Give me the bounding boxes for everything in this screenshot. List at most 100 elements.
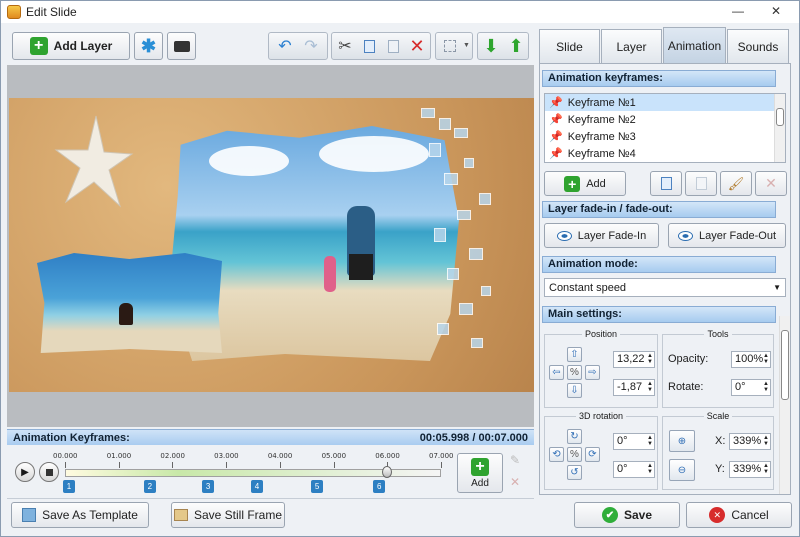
animation-panel: Animation keyframes: 📌 Keyframe №1 📌 Keyfr… (539, 63, 791, 495)
list-item[interactable]: 📌 Keyframe №3 (545, 128, 785, 145)
redo-icon[interactable]: ↷ (300, 35, 322, 57)
align-dropdown[interactable]: ▼ (435, 32, 473, 60)
center-percent-icon[interactable]: % (567, 365, 582, 380)
clear-keyframe-button[interactable]: 🖌 (720, 171, 752, 196)
tab-sounds[interactable]: Sounds (727, 29, 789, 63)
save-button[interactable]: ✔ Save (574, 502, 680, 528)
keyframe-label: Keyframe №2 (567, 113, 636, 126)
tab-slide[interactable]: Slide (539, 29, 600, 63)
zoom-out-icon[interactable]: ⊖ (669, 459, 695, 481)
list-item[interactable]: 📌 Keyframe №1 (545, 94, 785, 111)
timeline-tick-label: 00.000 (53, 452, 78, 460)
keyframe-marker[interactable]: 2 (143, 480, 156, 493)
sea-photo-layer[interactable] (37, 253, 222, 353)
clipboard-group: ✂ ✕ (331, 32, 431, 60)
delete-keyframe-button[interactable]: ✕ (755, 171, 787, 196)
keyframes-section-header: Animation keyframes: (542, 70, 776, 87)
stop-icon (45, 468, 53, 476)
keyframe-label: Keyframe №3 (567, 130, 636, 143)
scale-y-field[interactable]: 339% ▲ ▼ (729, 461, 771, 478)
save-still-frame-button[interactable]: Save Still Frame (171, 502, 285, 528)
window-title: Edit Slide (26, 5, 77, 19)
add-layer-button[interactable]: + Add Layer (12, 32, 130, 60)
opacity-field[interactable]: 100% ▲ ▼ (731, 351, 771, 368)
frame-icon (173, 509, 188, 521)
add-keyframe-button[interactable]: + Add (457, 453, 503, 493)
keyframe-marker[interactable]: 5 (311, 480, 324, 493)
scale-x-field[interactable]: 339% ▲ ▼ (729, 433, 771, 450)
delete-icon[interactable]: ✕ (406, 35, 428, 57)
tab-animation[interactable]: Animation (663, 27, 726, 63)
zoom-in-icon[interactable]: ⊕ (669, 430, 695, 452)
paste-icon[interactable] (382, 35, 404, 57)
reset-rotation-icon[interactable]: % (567, 447, 582, 462)
position-x-field[interactable]: 13,22 ▲ ▼ (613, 351, 655, 368)
keyframe-list[interactable]: 📌 Keyframe №1 📌 Keyframe №2 📌 Keyframe №3 📌… (544, 93, 786, 163)
list-item[interactable]: 📌 Keyframe №4 (545, 145, 785, 162)
keyframe-marker[interactable]: 4 (251, 480, 263, 493)
mosaic-tile (429, 143, 441, 157)
rotate-right-icon[interactable]: ⟳ (585, 447, 600, 462)
position-y-field[interactable]: -1,87 ▲ ▼ (613, 379, 655, 396)
list-item[interactable]: 📌 Keyframe №2 (545, 111, 785, 128)
position-group: Position ⇧ ⇦ % ⇨ ⇩ 13,22 ▲ ▼ -1,87 ▲ ▼ (544, 329, 658, 408)
copy-icon[interactable] (358, 35, 380, 57)
layer-fade-in-button[interactable]: Layer Fade-In (544, 223, 659, 248)
stop-button[interactable] (39, 462, 59, 482)
plus-icon: + (29, 37, 48, 55)
save-label: Save (623, 508, 653, 522)
copy-icon (660, 177, 672, 190)
video-button[interactable] (167, 32, 196, 60)
save-frame-label: Save Still Frame (193, 508, 283, 522)
paste-keyframe-button[interactable] (685, 171, 717, 196)
panel-scrollbar[interactable] (779, 316, 790, 494)
pin-icon: 📌 (549, 131, 563, 143)
starfish-icon (54, 115, 134, 208)
move-up-arrow-icon[interactable]: ⇧ (567, 347, 582, 362)
rotation3d-a-field[interactable]: 0° ▲ ▼ (613, 433, 655, 450)
timeline-tick-mark (441, 462, 442, 468)
slide-canvas[interactable] (9, 98, 534, 392)
mosaic-tile (444, 173, 458, 185)
minimize-button[interactable]: — (723, 1, 753, 21)
eye-hidden-icon (677, 230, 693, 241)
rotate-down-icon[interactable]: ↺ (567, 465, 582, 480)
move-right-arrow-icon[interactable]: ⇨ (585, 365, 600, 380)
dropdown-arrow-icon: ▼ (773, 283, 781, 292)
plus-icon: + (471, 457, 489, 476)
delete-keyframe-icon[interactable]: ✕ (510, 475, 520, 489)
move-left-arrow-icon[interactable]: ⇦ (549, 365, 564, 380)
keyframe-marker[interactable]: 3 (202, 480, 215, 493)
rotate-up-icon[interactable]: ↻ (567, 429, 582, 444)
timeline-tick-label: 06.000 (375, 452, 400, 460)
cut-icon[interactable]: ✂ (334, 35, 356, 57)
effects-button[interactable]: ✱ (134, 32, 163, 60)
camera-icon (173, 40, 190, 52)
rotate-left-icon[interactable]: ⟲ (549, 447, 564, 462)
keyframe-marker[interactable]: 6 (373, 480, 386, 493)
rotate-field[interactable]: 0° ▲ ▼ (731, 379, 771, 396)
move-down-arrow-icon[interactable]: ⇩ (567, 383, 582, 398)
move-up-icon[interactable]: ⬆ (505, 35, 527, 57)
play-button[interactable]: ▶ (15, 462, 35, 482)
cancel-button[interactable]: ✕ Cancel (686, 502, 792, 528)
layer-fade-out-button[interactable]: Layer Fade-Out (668, 223, 786, 248)
save-template-label: Save As Template (42, 508, 138, 522)
edit-keyframe-icon[interactable]: ✎ (510, 453, 520, 467)
timeline-tick-mark (118, 462, 120, 468)
keyframe-marker[interactable]: 1 (63, 480, 75, 493)
undo-redo-group: ↶ ↷ (268, 32, 328, 60)
keyframe-list-scrollbar[interactable] (774, 94, 785, 162)
mosaic-tile (437, 323, 449, 335)
save-as-template-button[interactable]: Save As Template (11, 502, 149, 528)
keyframes-header: Animation Keyframes: 00:05.998 / 00:07.0… (7, 429, 534, 445)
undo-icon[interactable]: ↶ (274, 35, 296, 57)
rotation3d-b-field[interactable]: 0° ▲ ▼ (613, 461, 655, 478)
tab-layer[interactable]: Layer (601, 29, 662, 63)
copy-keyframe-button[interactable] (650, 171, 682, 196)
close-window-button[interactable]: ✕ (753, 1, 799, 21)
animation-mode-select[interactable]: Constant speed ▼ (544, 278, 786, 297)
move-down-icon[interactable]: ⬇ (480, 35, 502, 57)
add-animation-keyframe-button[interactable]: + Add (544, 171, 626, 196)
add-label: Add (586, 177, 606, 190)
